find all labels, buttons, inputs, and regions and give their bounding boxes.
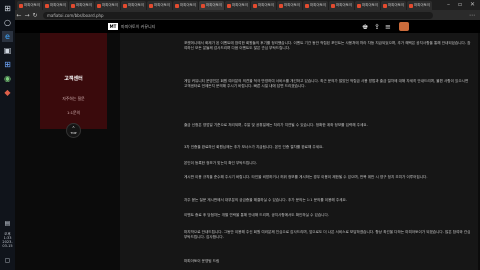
favicon-icon — [71, 3, 75, 8]
refresh-icon[interactable]: ↻ — [31, 12, 39, 19]
favicon-icon — [279, 3, 283, 8]
sidebar-panel: 고객센터 자주하는 질문 1:1문의 — [40, 33, 107, 129]
browser-tab[interactable]: 마피아토이 — [43, 1, 68, 10]
favicon-icon — [331, 3, 335, 8]
favicon-icon — [45, 3, 49, 8]
maximize-icon[interactable]: ▫ — [458, 1, 462, 8]
site-logo[interactable]: MT — [108, 23, 118, 30]
favicon-icon — [227, 3, 231, 8]
sidebar-title: 고객센터 — [64, 76, 83, 82]
windows-taskbar: ⊞ ○ e ▣ ⊞ ◉ ◆ ▤ 오후 1:33 2023-03-15 ▢ — [0, 0, 15, 270]
browser-tab[interactable]: 마피아토이 — [277, 1, 302, 10]
browser-tab[interactable]: 마피아토이 — [225, 1, 250, 10]
favicon-icon — [97, 3, 101, 8]
action-center-icon[interactable]: ▢ — [2, 255, 13, 266]
menu-icon[interactable]: ≡ — [385, 23, 391, 31]
article-paragraph: 포켓머니에서 화제가 된 이벤트에 참여한 회원들의 후기를 정리했습니다. 이… — [184, 41, 471, 51]
article-paragraph: 3차 인증을 완료하신 회원님께는 추가 보너스가 지급됩니다. 본인 인증 절… — [184, 145, 324, 149]
browser-tab-active[interactable]: 마피아토이 — [199, 1, 224, 10]
edge-browser-icon[interactable]: e — [2, 31, 13, 42]
article-paragraph: 이벤트 종료 후 당첨자는 개별 연락을 통해 안내해 드리며, 공지사항에서도… — [184, 213, 329, 217]
search-icon[interactable]: ○ — [2, 17, 13, 28]
app-icon[interactable]: ◆ — [2, 87, 13, 98]
clock-date[interactable]: 2023-03-15 — [0, 240, 15, 248]
site-logo-subtitle: 마피아토이 커뮤니티 — [121, 24, 156, 29]
browser-tab[interactable]: 마피아토이 — [147, 1, 172, 10]
favicon-icon — [305, 3, 309, 8]
share-icon[interactable]: ⇪ — [374, 23, 380, 31]
chrome-icon[interactable]: ◉ — [2, 73, 13, 84]
screen: ⊞ ○ e ▣ ⊞ ◉ ◆ ▤ 오후 1:33 2023-03-15 ▢ 마피아… — [0, 0, 480, 270]
favicon-icon — [175, 3, 179, 8]
site-header: MT 마피아토이 커뮤니티 ♚ ⇪ ≡ — [15, 20, 480, 33]
browser-tab[interactable]: 마피아토이 — [407, 1, 432, 10]
favicon-icon — [409, 3, 413, 8]
scroll-top-button[interactable]: ⌃ TOP — [66, 123, 81, 138]
menu-icon[interactable]: ⋯ — [468, 12, 476, 19]
browser-tab[interactable]: 마피아토이 — [355, 1, 380, 10]
article-paragraph: 본인이 등록한 정보가 맞는지 확인 부탁드립니다. — [184, 161, 257, 165]
minimize-icon[interactable]: – — [447, 1, 450, 8]
browser-tab[interactable]: 마피아토이 — [329, 1, 354, 10]
url-text: mafiatoi.com/bbs/board.php — [47, 12, 104, 18]
sidebar-item-inquiry[interactable]: 1:1문의 — [40, 110, 107, 116]
windows-icon[interactable]: ⊞ — [2, 59, 13, 70]
start-icon[interactable]: ⊞ — [2, 3, 13, 14]
favicon-icon — [201, 3, 205, 8]
favicon-icon — [149, 3, 153, 8]
browser-tab[interactable]: 마피아토이 — [381, 1, 406, 10]
browser-tab[interactable]: 마피아토이 — [173, 1, 198, 10]
article-paragraph: 마피아토이 운영팀 드림 — [184, 259, 220, 263]
article-paragraph: 마지막으로 안내드립니다. 그동안 이용해 주신 회원 여러분께 진심으로 감사… — [184, 230, 471, 240]
browser-tab[interactable]: 마피아토이 — [69, 1, 94, 10]
browser-tab[interactable]: 마피아토이 — [303, 1, 328, 10]
sidebar-item-faq[interactable]: 자주하는 질문 — [40, 96, 107, 102]
article-paragraph: 자주 묻는 질문 게시판에서 대부분의 궁금증을 해결하실 수 있습니다. 추가… — [184, 198, 347, 202]
browser-tabstrip: 마피아토이 마피아토이 마피아토이 마피아토이 마피아토이 마피아토이 마피아토… — [15, 0, 480, 10]
favicon-icon — [123, 3, 127, 8]
address-bar[interactable]: mafiatoi.com/bbs/board.php — [43, 11, 433, 19]
clock-time[interactable]: 오후 1:33 — [0, 232, 15, 240]
forward-icon[interactable]: → — [23, 12, 31, 19]
notification-icon[interactable]: ▤ — [2, 218, 13, 229]
back-icon[interactable]: ← — [15, 12, 23, 19]
browser-tab[interactable]: 마피아토이 — [17, 1, 42, 10]
favicon-icon — [19, 3, 23, 8]
article-content: 포켓머니에서 화제가 된 이벤트에 참여한 회원들의 후기를 정리했습니다. 이… — [120, 33, 478, 270]
article-paragraph: 게시판 이용 규칙을 준수해 주시기 바랍니다. 타인을 비방하거나 허위 정보… — [184, 175, 428, 179]
store-icon[interactable]: ▣ — [2, 45, 13, 56]
favicon-icon — [253, 3, 257, 8]
favicon-icon — [383, 3, 387, 8]
favicon-icon — [357, 3, 361, 8]
user-icon[interactable]: ♚ — [362, 23, 368, 31]
browser-toolbar: ← → ↻ mafiatoi.com/bbs/board.php ⋯ — [15, 10, 480, 20]
browser-tab[interactable]: 마피아토이 — [251, 1, 276, 10]
article-paragraph: 게임 커뮤니티 운영진은 회원 여러분의 의견을 적극 반영하여 서비스를 개선… — [184, 79, 469, 89]
article-paragraph: 출금 신청은 영업일 기준으로 처리되며, 주말 및 공휴일에는 처리가 지연될… — [184, 123, 368, 127]
avatar[interactable] — [399, 22, 409, 31]
browser-tab[interactable]: 마피아토이 — [95, 1, 120, 10]
browser-tab[interactable]: 마피아토이 — [121, 1, 146, 10]
close-icon[interactable]: ✕ — [470, 1, 475, 8]
